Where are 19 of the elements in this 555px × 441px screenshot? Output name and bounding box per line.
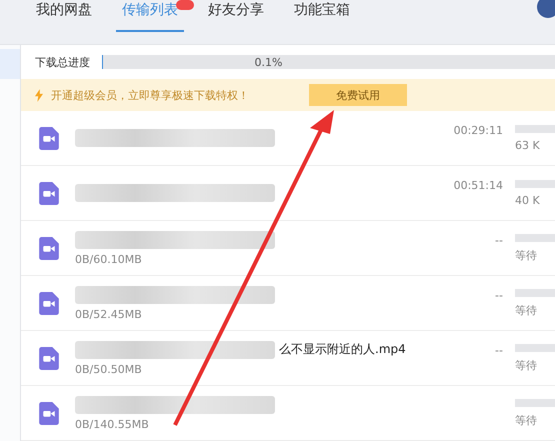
remaining-time: 00:51:14 (454, 178, 503, 192)
remaining-time: -- (495, 234, 503, 246)
remaining-time: -- (495, 288, 503, 302)
download-status: 等待 (515, 358, 538, 372)
download-status: 等待 (515, 302, 538, 318)
remaining-time: 00:29:11 (454, 124, 503, 136)
file-size: 0B/140.55MB (75, 418, 150, 430)
progress-label: 下载总进度 (35, 54, 90, 70)
promo-text: 开通超级会员，立即尊享极速下载特权！ (51, 88, 250, 102)
file-size: 0B/60.10MB (75, 252, 143, 266)
file-size: 0B/50.50MB (75, 362, 143, 376)
download-status: 40 K (515, 194, 541, 206)
file-size: 0B/52.45MB (75, 308, 143, 320)
download-status: 63 K (515, 138, 541, 152)
progress-reading: 0.1% (254, 56, 282, 68)
file-name: 么不显示附近的人.mp4 (279, 341, 406, 358)
download-status: 等待 (515, 248, 538, 262)
remaining-time: -- (495, 344, 503, 356)
download-status: 等待 (515, 412, 538, 428)
